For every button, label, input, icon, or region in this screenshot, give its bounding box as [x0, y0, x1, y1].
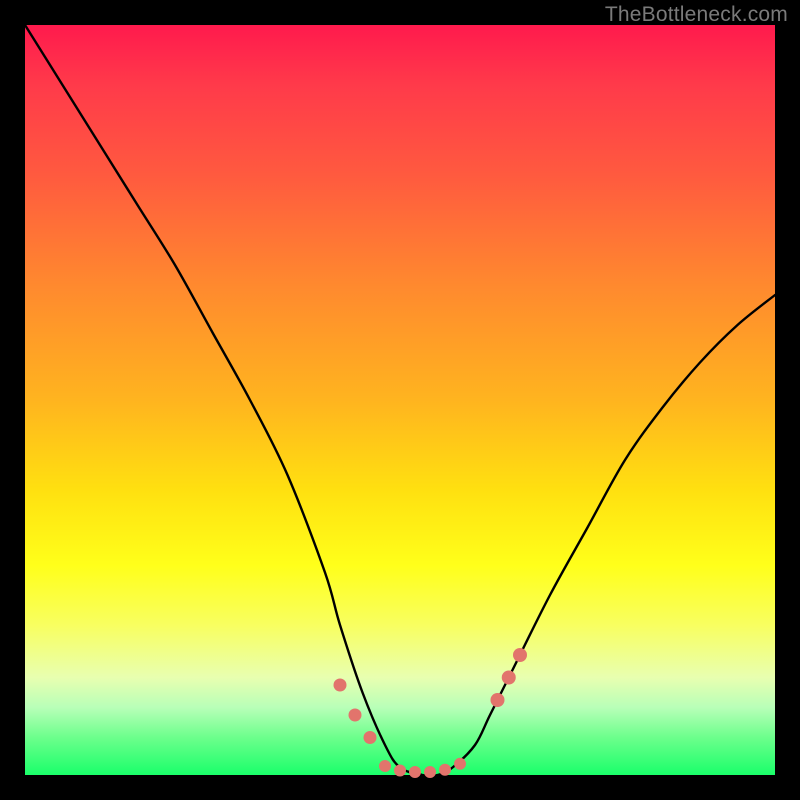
marker-dot	[513, 648, 527, 662]
marker-dot	[379, 760, 391, 772]
marker-dot	[502, 671, 516, 685]
marker-dot	[349, 709, 362, 722]
bottleneck-curve	[25, 25, 775, 776]
chart-frame: TheBottleneck.com	[0, 0, 800, 800]
marker-dot	[364, 731, 377, 744]
plot-area	[25, 25, 775, 775]
marker-dot	[454, 758, 466, 770]
marker-dot	[491, 693, 505, 707]
marker-dot	[439, 764, 451, 776]
chart-svg	[25, 25, 775, 775]
marker-dot	[394, 765, 406, 777]
watermark-label: TheBottleneck.com	[605, 3, 788, 27]
marker-dot	[424, 766, 436, 778]
marker-dot	[409, 766, 421, 778]
marker-dot	[334, 679, 347, 692]
data-markers	[334, 648, 528, 778]
